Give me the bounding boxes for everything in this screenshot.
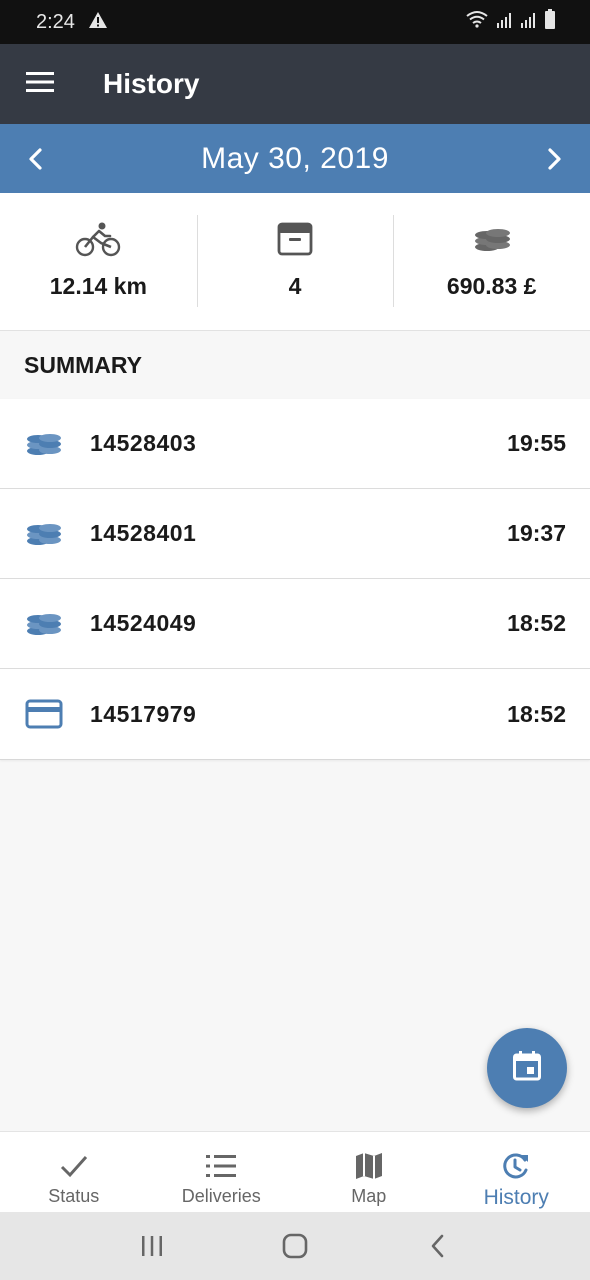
previous-day-button[interactable]: [20, 139, 50, 179]
bicycle-icon: [75, 219, 121, 259]
selected-date: May 30, 2019: [201, 141, 389, 175]
system-nav-bar: [0, 1212, 590, 1280]
summary-header: SUMMARY: [24, 352, 142, 378]
list-item[interactable]: 14517979 18:52: [0, 669, 590, 759]
status-bar: 2:24: [0, 0, 590, 44]
signal-icon: [496, 11, 512, 34]
page-title: History: [103, 68, 200, 99]
history-icon: [501, 1152, 531, 1180]
deliveries-count: 4: [288, 273, 302, 299]
order-id: 14524049: [90, 610, 197, 636]
nav-status-label: Status: [48, 1186, 100, 1206]
list-icon: [206, 1152, 237, 1180]
amount-value: 690.83 £: [446, 273, 537, 299]
list-item[interactable]: 14528401 19:37: [0, 489, 590, 579]
nav-deliveries-label: Deliveries: [181, 1186, 261, 1206]
order-time: 18:52: [507, 610, 566, 636]
distance-value: 12.14 km: [49, 273, 147, 299]
next-day-button[interactable]: [540, 139, 570, 179]
stat-amount: 690.83 £: [393, 193, 590, 330]
coins-icon: [473, 219, 511, 259]
app-bar: History: [0, 44, 590, 124]
nav-history-label: History: [483, 1186, 549, 1209]
recent-apps-button[interactable]: [132, 1226, 172, 1266]
summary-list: 14528403 19:55 14528401 19:37 14524049 1…: [0, 399, 590, 760]
map-icon: [355, 1152, 383, 1180]
back-button[interactable]: [418, 1226, 458, 1266]
coins-icon: [24, 431, 64, 457]
date-bar: May 30, 2019: [0, 124, 590, 193]
order-id: 14517979: [90, 700, 197, 727]
nav-status[interactable]: Status: [0, 1132, 148, 1212]
stats-panel: 12.14 km 4 690.83 £: [0, 193, 590, 331]
list-item[interactable]: 14528403 19:55: [0, 399, 590, 489]
home-button[interactable]: [275, 1226, 315, 1266]
calendar-icon: [513, 1050, 541, 1086]
order-time: 18:52: [507, 700, 566, 727]
bottom-nav: Status Deliveries Map History: [0, 1131, 590, 1212]
status-time: 2:24: [36, 10, 75, 33]
calendar-button[interactable]: [487, 1028, 567, 1108]
nav-deliveries[interactable]: Deliveries: [148, 1132, 296, 1212]
menu-icon[interactable]: [26, 71, 54, 98]
warning-icon: [88, 11, 107, 34]
archive-icon: [277, 219, 313, 259]
nav-history[interactable]: History: [443, 1132, 590, 1212]
coins-icon: [24, 521, 64, 547]
check-icon: [60, 1152, 88, 1180]
order-id: 14528401: [90, 520, 197, 546]
stat-distance: 12.14 km: [0, 193, 197, 330]
nav-map-label: Map: [351, 1186, 387, 1206]
stat-deliveries: 4: [196, 193, 394, 330]
battery-icon: [544, 9, 556, 35]
wifi-icon: [466, 10, 488, 34]
card-icon: [24, 699, 64, 729]
order-time: 19:55: [507, 430, 566, 456]
list-item[interactable]: 14524049 18:52: [0, 579, 590, 669]
coins-icon: [24, 611, 64, 637]
order-time: 19:37: [507, 520, 566, 546]
nav-map[interactable]: Map: [295, 1132, 443, 1212]
signal-icon: [520, 11, 536, 34]
order-id: 14528403: [90, 430, 197, 456]
